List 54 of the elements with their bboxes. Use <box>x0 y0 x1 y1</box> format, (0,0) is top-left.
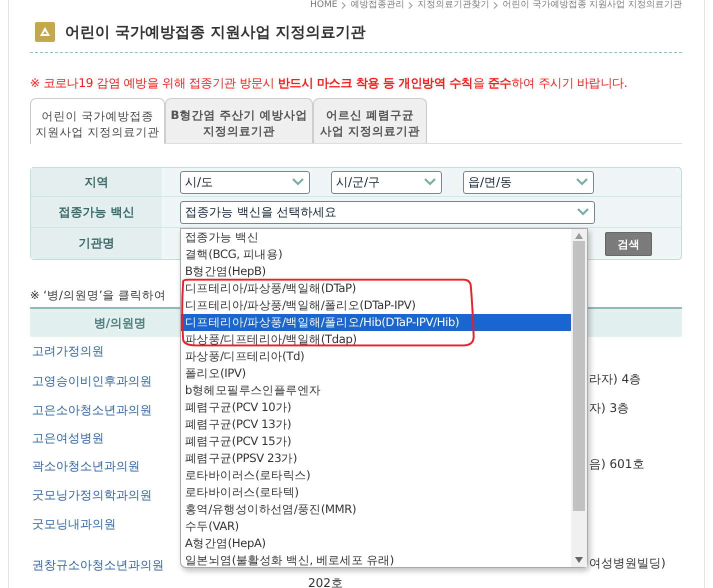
tab[interactable]: 어르신 폐렴구균 사업 지정의료기관 <box>313 98 427 143</box>
dropdown-option[interactable]: 폐렴구균(PCV 13가) <box>181 416 571 433</box>
address-text: 라자) 4층 <box>589 371 642 388</box>
search-button[interactable]: 검색 <box>605 232 652 256</box>
filter-label: 기관명 <box>31 228 162 259</box>
region-select[interactable]: 시/군/구 <box>331 170 442 194</box>
chevron-down-icon <box>291 177 305 187</box>
covid-notice: ※ 코로나19 감염 예방을 위해 접종기관 방문시 반드시 마스크 착용 등 개인방역 수칙을 준수하여 주시기 바랍니다. <box>30 75 628 92</box>
dropdown-option[interactable]: 폐렴구균(PCV 15가) <box>181 433 571 450</box>
region-select[interactable]: 시/도 <box>180 170 310 194</box>
chevron-right-icon <box>341 2 346 9</box>
breadcrumb-link[interactable]: 예방접종관리 <box>350 0 404 11</box>
dropdown-option[interactable]: 파상풍/디프테리아/백일해(Tdap) <box>181 331 571 348</box>
dropdown-option[interactable]: 로타바이러스(로타텍) <box>181 484 571 501</box>
dropdown-option[interactable]: 결핵(BCG, 피내용) <box>181 246 571 263</box>
dropdown-option[interactable]: 디프테리아/파상풍/백일해(DTaP) <box>181 280 571 297</box>
dropdown-option[interactable]: 일본뇌염(불활성화 백신, 베로세포 유래) <box>181 552 571 569</box>
dropdown-option[interactable]: 수두(VAR) <box>181 518 571 535</box>
dropdown-option[interactable]: 디프테리아/파상풍/백일해/폴리오/Hib(DTaP-IPV/Hib) <box>181 314 571 331</box>
scroll-down-icon[interactable] <box>575 557 583 563</box>
table-note: ※ ‘병/의원명’을 클릭하여 <box>30 288 166 303</box>
dropdown-option[interactable]: 폐렴구균(PCV 10가) <box>181 399 571 416</box>
breadcrumb-link[interactable]: HOME <box>310 0 338 11</box>
address-text: 음) 601호 <box>589 456 646 473</box>
page-title: 어린이 국가예방접종 지원사업 지정의료기관 <box>65 22 366 42</box>
tab[interactable]: 어린이 국가예방접종 지원사업 지정의료기관 <box>30 98 165 144</box>
scrollbar[interactable] <box>571 229 587 567</box>
filter-label: 지역 <box>31 168 162 196</box>
dropdown-option[interactable]: 디프테리아/파상풍/백일해/폴리오(DTaP-IPV) <box>181 297 571 314</box>
dropdown-option[interactable]: 폴리오(IPV) <box>181 365 571 382</box>
dropdown-option[interactable]: B형간염(HepB) <box>181 263 571 280</box>
tab[interactable]: B형간염 주산기 예방사업 지정의료기관 <box>165 98 313 143</box>
vaccine-select[interactable]: 접종가능 백신을 선택하세요 <box>180 200 595 224</box>
dropdown-option[interactable]: b형헤모필루스인플루엔자 <box>181 382 571 399</box>
scroll-up-icon[interactable] <box>575 233 583 239</box>
chevron-down-icon <box>423 177 437 187</box>
address-text: 202호 <box>308 575 344 588</box>
dropdown-option[interactable]: 파상풍/디프테리아(Td) <box>181 348 571 365</box>
dropdown-option[interactable]: 폐렴구균(PPSV 23가) <box>181 450 571 467</box>
breadcrumb-link[interactable]: 지정의료기관찾기 <box>417 0 490 11</box>
chevron-right-icon <box>493 2 498 9</box>
chevron-down-icon <box>575 177 589 187</box>
dropdown-option[interactable]: 로타바이러스(로타릭스) <box>181 467 571 484</box>
dropdown-option[interactable]: 홍역/유행성이하선염/풍진(MMR) <box>181 501 571 518</box>
filter-label: 접종가능 백신 <box>31 197 162 227</box>
region-select[interactable]: 읍/면/동 <box>463 170 594 194</box>
dropdown-option[interactable]: 접종가능 백신 <box>181 229 571 246</box>
address-text: 자) 3층 <box>589 400 630 417</box>
chevron-right-icon <box>408 2 414 9</box>
title-icon <box>35 22 55 42</box>
address-text: 여성병원빌딩) <box>589 555 667 572</box>
dropdown-option[interactable]: A형간염(HepA) <box>181 535 571 552</box>
chevron-down-icon <box>576 207 590 217</box>
breadcrumb-link[interactable]: 어린이 국가예방접종 지원사업 지정의료기관 <box>502 0 682 11</box>
